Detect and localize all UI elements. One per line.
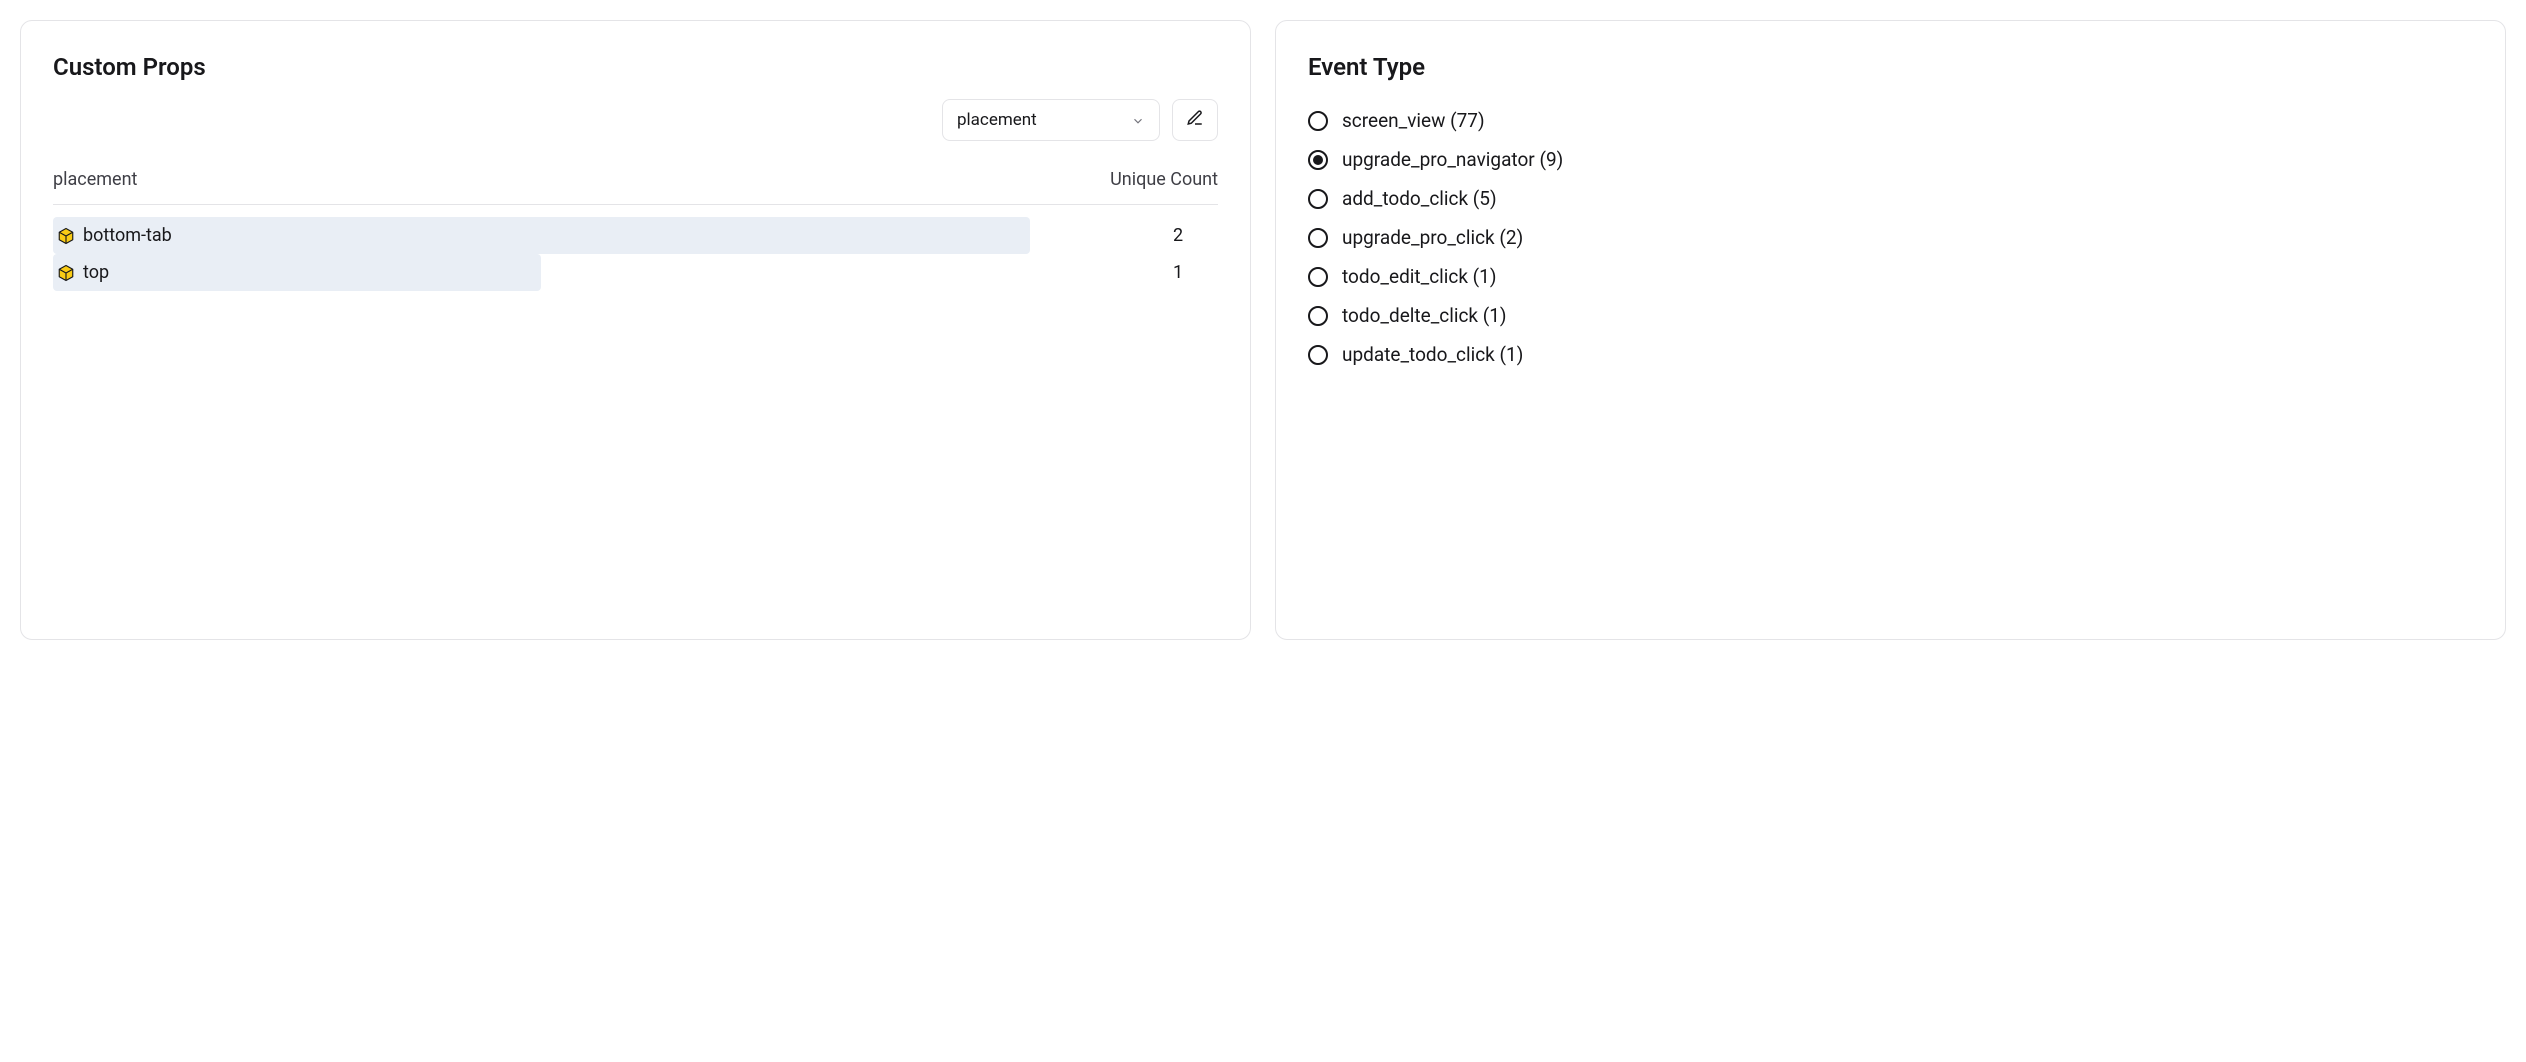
row-label-wrap: bottom-tab bbox=[53, 221, 176, 250]
event-type-option[interactable]: upgrade_pro_navigator (9) bbox=[1308, 148, 2473, 171]
row-count: 1 bbox=[1138, 262, 1218, 283]
event-label: update_todo_click (1) bbox=[1342, 343, 1523, 366]
table-body: bottom-tab 2 top 1 bbox=[53, 221, 1218, 287]
row-label: top bbox=[83, 262, 109, 283]
table-row[interactable]: top 1 bbox=[53, 258, 1218, 287]
bar-fill bbox=[53, 254, 541, 291]
row-bar: bottom-tab bbox=[53, 221, 1138, 250]
radio-icon bbox=[1308, 345, 1328, 365]
event-type-title: Event Type bbox=[1308, 53, 2473, 81]
edit-button[interactable] bbox=[1172, 99, 1218, 141]
event-label: upgrade_pro_click (2) bbox=[1342, 226, 1523, 249]
radio-icon bbox=[1308, 228, 1328, 248]
table-header: placement Unique Count bbox=[53, 169, 1218, 205]
event-label: todo_edit_click (1) bbox=[1342, 265, 1496, 288]
edit-icon bbox=[1186, 109, 1204, 131]
radio-icon bbox=[1308, 267, 1328, 287]
radio-icon bbox=[1308, 189, 1328, 209]
event-label: add_todo_click (5) bbox=[1342, 187, 1497, 210]
table-row[interactable]: bottom-tab 2 bbox=[53, 221, 1218, 250]
row-bar: top bbox=[53, 258, 1138, 287]
radio-icon bbox=[1308, 111, 1328, 131]
chevron-down-icon bbox=[1131, 113, 1145, 127]
custom-props-toolbar: placement bbox=[53, 99, 1218, 141]
row-label-wrap: top bbox=[53, 258, 113, 287]
bar-fill bbox=[53, 217, 1030, 254]
event-type-list: screen_view (77) upgrade_pro_navigator (9… bbox=[1308, 109, 2473, 366]
column-count: Unique Count bbox=[1110, 169, 1218, 190]
event-type-option[interactable]: todo_edit_click (1) bbox=[1308, 265, 2473, 288]
row-label: bottom-tab bbox=[83, 225, 172, 246]
event-label: screen_view (77) bbox=[1342, 109, 1485, 132]
event-type-panel: Event Type screen_view (77) upgrade_pro_n… bbox=[1275, 20, 2506, 640]
cube-icon bbox=[57, 264, 75, 282]
cube-icon bbox=[57, 227, 75, 245]
custom-props-panel: Custom Props placement placement Unique bbox=[20, 20, 1251, 640]
column-label: placement bbox=[53, 169, 137, 190]
event-type-option[interactable]: update_todo_click (1) bbox=[1308, 343, 2473, 366]
event-type-option[interactable]: todo_delte_click (1) bbox=[1308, 304, 2473, 327]
row-count: 2 bbox=[1138, 225, 1218, 246]
event-type-option[interactable]: add_todo_click (5) bbox=[1308, 187, 2473, 210]
custom-props-title: Custom Props bbox=[53, 53, 1218, 81]
placement-dropdown[interactable]: placement bbox=[942, 99, 1160, 141]
radio-icon bbox=[1308, 306, 1328, 326]
event-label: upgrade_pro_navigator (9) bbox=[1342, 148, 1563, 171]
event-type-option[interactable]: screen_view (77) bbox=[1308, 109, 2473, 132]
event-label: todo_delte_click (1) bbox=[1342, 304, 1507, 327]
event-type-option[interactable]: upgrade_pro_click (2) bbox=[1308, 226, 2473, 249]
radio-icon bbox=[1308, 150, 1328, 170]
dropdown-value: placement bbox=[957, 110, 1037, 130]
